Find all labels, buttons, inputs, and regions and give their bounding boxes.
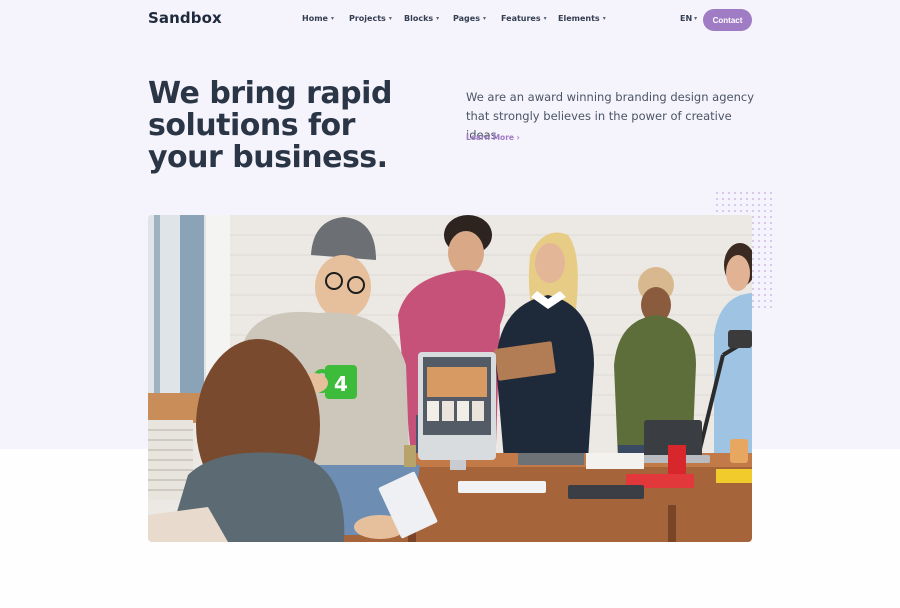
chevron-down-icon: ▾ [543,15,547,22]
mug-number: 4 [334,372,348,396]
language-label: EN [680,14,693,23]
hero-photo: 4 [148,215,752,542]
nav-item-label: Pages [453,14,480,23]
chevron-down-icon: ▾ [602,15,606,22]
contact-button[interactable]: Contact [703,9,752,31]
nav-item-label: Blocks [404,14,434,23]
nav-item-label: Projects [349,14,386,23]
nav-item-projects[interactable]: Projects ▾ [349,14,404,23]
nav-item-home[interactable]: Home ▾ [302,14,349,23]
chevron-down-icon: ▾ [330,15,334,22]
nav-item-label: Home [302,14,328,23]
nav-item-elements[interactable]: Elements ▾ [558,14,606,23]
learn-more-link[interactable]: Learn More › [466,133,520,142]
main-nav: Home ▾ Projects ▾ Blocks ▾ Pages ▾ Featu… [302,14,606,23]
hero-title: We bring rapid solutions for your busine… [148,76,392,175]
chevron-down-icon: ▾ [388,15,392,22]
nav-item-label: Elements [558,14,600,23]
office-team-illustration: 4 [148,215,752,542]
nav-item-features[interactable]: Features ▾ [501,14,558,23]
brand-logo[interactable]: Sandbox [148,9,222,27]
nav-item-pages[interactable]: Pages ▾ [453,14,501,23]
language-selector[interactable]: EN ▾ [680,14,697,23]
chevron-down-icon: ▾ [694,15,698,22]
nav-item-label: Features [501,14,541,23]
chevron-down-icon: ▾ [436,15,440,22]
chevron-down-icon: ▾ [482,15,486,22]
nav-item-blocks[interactable]: Blocks ▾ [404,14,453,23]
